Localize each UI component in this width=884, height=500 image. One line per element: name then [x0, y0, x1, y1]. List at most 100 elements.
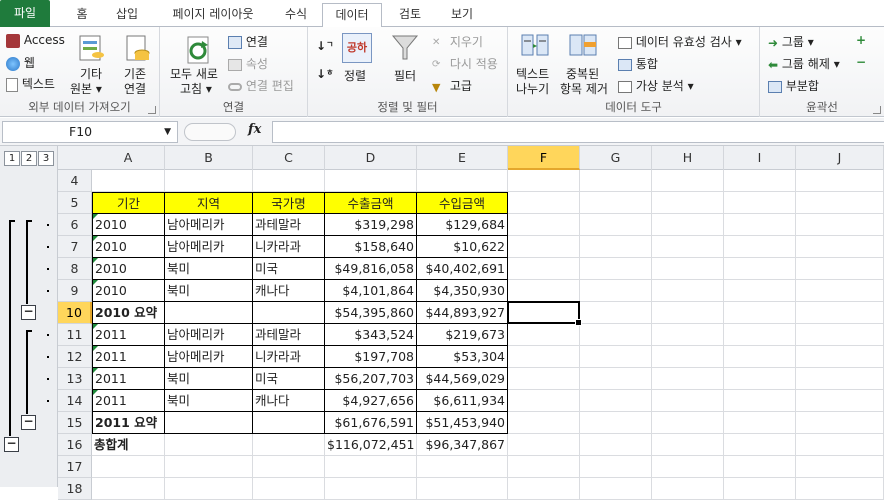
table-cell[interactable]: 북미	[165, 390, 253, 412]
grid-cell[interactable]	[92, 456, 165, 478]
grid-cell[interactable]	[652, 434, 724, 456]
summary-cell[interactable]: 2011 요약	[92, 412, 165, 434]
grid-cell[interactable]	[652, 170, 724, 192]
ungroup-button[interactable]: ⬅ 그룹 해제 ▾	[768, 55, 840, 72]
grid-cell[interactable]	[325, 478, 417, 500]
edit-links-button[interactable]: 연결 편집	[228, 77, 294, 94]
grid-cell[interactable]	[724, 170, 796, 192]
table-cell[interactable]: 2011	[92, 346, 165, 368]
web-button[interactable]: 웹	[6, 54, 35, 71]
table-cell[interactable]: $40,402,691	[417, 258, 508, 280]
collapse-grand-total-button[interactable]: −	[4, 437, 19, 452]
grid-cell[interactable]	[724, 412, 796, 434]
outline-level-2-button[interactable]: 2	[21, 151, 37, 166]
grid-cell[interactable]	[724, 456, 796, 478]
table-cell[interactable]: 2010	[92, 236, 165, 258]
grid-cell[interactable]	[724, 302, 796, 324]
column-header-e[interactable]: E	[417, 146, 508, 170]
insert-function-icon[interactable]: fx	[248, 122, 261, 137]
grid-cell[interactable]	[652, 456, 724, 478]
table-cell[interactable]: 북미	[165, 368, 253, 390]
table-cell[interactable]: 니카라과	[253, 346, 325, 368]
grid-cell[interactable]	[580, 258, 652, 280]
grid-cell[interactable]	[580, 346, 652, 368]
table-cell[interactable]: $319,298	[325, 214, 417, 236]
grid-cell[interactable]	[724, 346, 796, 368]
grid-cell[interactable]	[253, 456, 325, 478]
column-header-h[interactable]: H	[652, 146, 724, 170]
row-header[interactable]: 9	[58, 280, 92, 302]
grid-cell[interactable]	[724, 390, 796, 412]
tab-formulas[interactable]: 수식	[274, 3, 318, 27]
grid-cell[interactable]	[796, 412, 884, 434]
data-validation-button[interactable]: 데이터 유효성 검사 ▾	[618, 33, 742, 50]
group-button[interactable]: ➜ 그룹 ▾	[768, 33, 814, 50]
text-import-button[interactable]: 텍스트	[6, 75, 55, 92]
collapse-2010-button[interactable]: −	[21, 305, 36, 320]
table-cell[interactable]: 남아메리카	[165, 214, 253, 236]
summary-cell[interactable]: $61,676,591	[325, 412, 417, 434]
collapse-2011-button[interactable]: −	[21, 415, 36, 430]
tab-data[interactable]: 데이터	[322, 3, 382, 28]
grid-cell[interactable]	[508, 456, 580, 478]
column-header-f[interactable]: F	[508, 146, 580, 170]
table-header-cell[interactable]: 국가명	[253, 192, 325, 214]
row-header[interactable]: 17	[58, 456, 92, 478]
grid-cell[interactable]	[796, 368, 884, 390]
grid-cell[interactable]	[508, 258, 580, 280]
grid-cell[interactable]	[508, 170, 580, 192]
grid-cell[interactable]	[325, 170, 417, 192]
table-header-cell[interactable]: 지역	[165, 192, 253, 214]
grid-cell[interactable]	[417, 456, 508, 478]
grid-cell[interactable]	[652, 258, 724, 280]
outline-level-3-button[interactable]: 3	[38, 151, 54, 166]
grid-cell[interactable]	[417, 478, 508, 500]
grid-cell[interactable]	[92, 170, 165, 192]
grid-cell[interactable]	[796, 302, 884, 324]
formula-bar-resize-handle[interactable]	[184, 123, 236, 141]
advanced-filter-button[interactable]: ▼ 고급	[432, 77, 472, 94]
connections-button[interactable]: 연결	[228, 33, 268, 50]
table-cell[interactable]: $44,569,029	[417, 368, 508, 390]
column-header-d[interactable]: D	[325, 146, 417, 170]
show-detail-icon[interactable]: +	[856, 33, 866, 47]
outline-level-1-button[interactable]: 1	[4, 151, 20, 166]
tab-home[interactable]: 홈	[64, 3, 100, 27]
tab-review[interactable]: 검토	[388, 3, 432, 27]
grid-cell[interactable]	[652, 214, 724, 236]
grid-cell[interactable]	[508, 214, 580, 236]
summary-cell[interactable]	[165, 412, 253, 434]
grid-cell[interactable]	[796, 236, 884, 258]
table-cell[interactable]: 캐나다	[253, 390, 325, 412]
formula-input[interactable]	[272, 121, 884, 143]
grid-cell[interactable]	[580, 236, 652, 258]
summary-cell[interactable]: $54,395,860	[325, 302, 417, 324]
table-cell[interactable]: $6,611,934	[417, 390, 508, 412]
row-header[interactable]: 8	[58, 258, 92, 280]
clear-filter-button[interactable]: ✕ 지우기	[432, 33, 483, 50]
grid-cell[interactable]	[724, 324, 796, 346]
sort-descending-icon[interactable]: ↓ㅎ	[316, 67, 333, 81]
table-cell[interactable]: 과테말라	[253, 324, 325, 346]
grid-cell[interactable]	[580, 214, 652, 236]
column-header-a[interactable]: A	[92, 146, 165, 170]
grid-cell[interactable]	[724, 258, 796, 280]
row-header[interactable]: 11	[58, 324, 92, 346]
grid-cell[interactable]	[580, 192, 652, 214]
grid-cell[interactable]	[652, 346, 724, 368]
grid-cell[interactable]	[652, 478, 724, 500]
table-cell[interactable]: 북미	[165, 280, 253, 302]
grid-cell[interactable]	[580, 478, 652, 500]
table-cell[interactable]: $158,640	[325, 236, 417, 258]
grid-cell[interactable]	[580, 390, 652, 412]
grid-cell[interactable]	[796, 324, 884, 346]
grid-cell[interactable]	[580, 434, 652, 456]
grid-cell[interactable]	[724, 434, 796, 456]
table-cell[interactable]: $219,673	[417, 324, 508, 346]
summary-cell[interactable]	[253, 434, 325, 456]
grid-cell[interactable]	[652, 368, 724, 390]
row-header[interactable]: 7	[58, 236, 92, 258]
grid-cell[interactable]	[253, 170, 325, 192]
grid-cell[interactable]	[796, 456, 884, 478]
table-header-cell[interactable]: 기간	[92, 192, 165, 214]
